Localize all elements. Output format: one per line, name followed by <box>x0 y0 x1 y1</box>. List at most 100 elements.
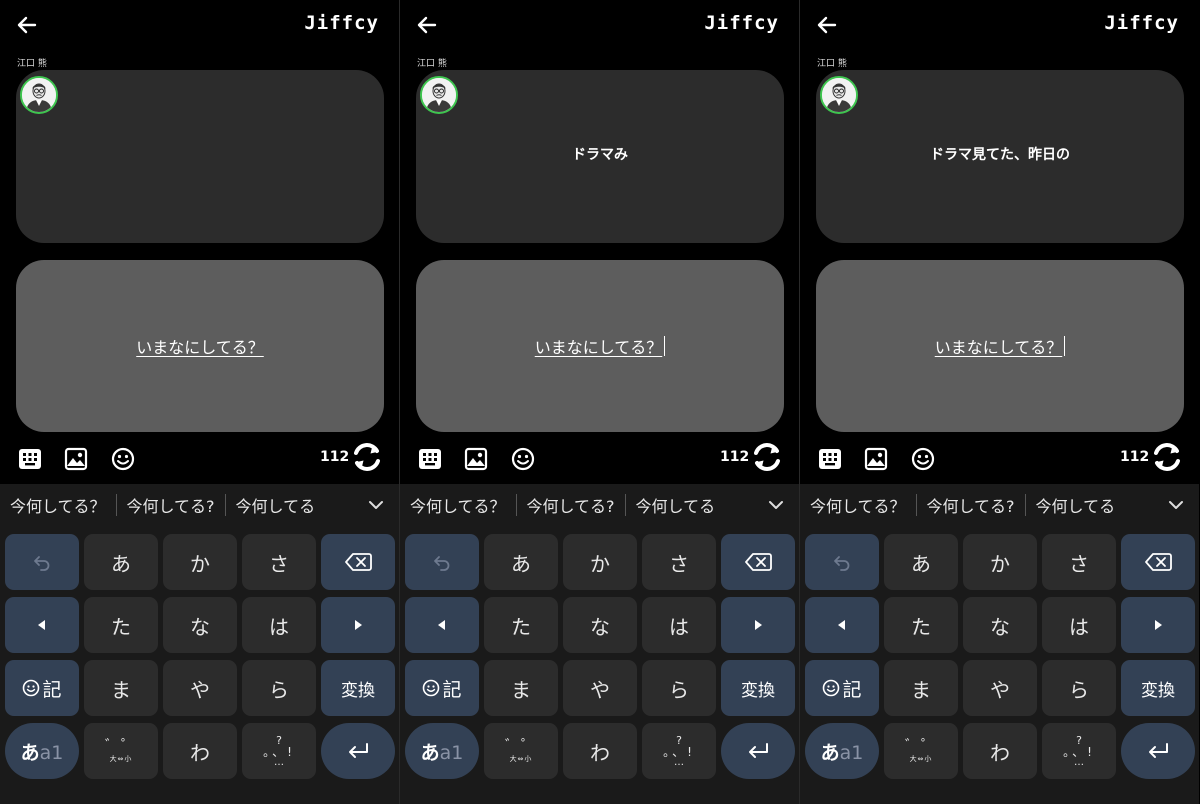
cursor-left-key[interactable] <box>805 597 879 653</box>
suggestion-item[interactable]: 今何してる <box>626 493 726 517</box>
key-na[interactable]: な <box>963 597 1037 653</box>
suggestion-item[interactable]: 今何してる？ <box>0 493 116 517</box>
image-button[interactable] <box>63 446 89 472</box>
enter-key[interactable] <box>321 723 395 779</box>
convert-key[interactable]: 変換 <box>1121 660 1195 716</box>
key-ya[interactable]: や <box>563 660 637 716</box>
back-button[interactable] <box>414 12 440 38</box>
emoji-symbol-key[interactable]: 記 <box>805 660 879 716</box>
image-button[interactable] <box>863 446 889 472</box>
post-input[interactable]: いまなにしてる？ <box>816 260 1184 432</box>
cursor-right-key[interactable] <box>321 597 395 653</box>
key-na[interactable]: な <box>163 597 237 653</box>
cursor-right-key[interactable] <box>1121 597 1195 653</box>
key-ya[interactable]: や <box>963 660 1037 716</box>
emoji-symbol-key[interactable]: 記 <box>5 660 79 716</box>
key-a[interactable]: あ <box>84 534 158 590</box>
key-ra[interactable]: ら <box>642 660 716 716</box>
key-wa[interactable]: わ <box>163 723 237 779</box>
suggestion-item[interactable]: 今何してる？ <box>800 493 916 517</box>
avatar[interactable] <box>820 76 858 114</box>
enter-icon <box>749 743 768 758</box>
avatar[interactable] <box>420 76 458 114</box>
punctuation-key[interactable]: ? 。、! … <box>242 723 316 779</box>
punct-bottom: … <box>674 756 684 768</box>
back-button[interactable] <box>14 12 40 38</box>
key-ra[interactable]: ら <box>242 660 316 716</box>
key-ta[interactable]: た <box>484 597 558 653</box>
enter-key[interactable] <box>721 723 795 779</box>
keyboard-grid-icon <box>419 449 441 469</box>
key-ha[interactable]: は <box>642 597 716 653</box>
image-button[interactable] <box>463 446 489 472</box>
key-ka[interactable]: か <box>563 534 637 590</box>
cursor-left-key[interactable] <box>5 597 79 653</box>
refresh-button[interactable] <box>1150 440 1184 474</box>
key-a[interactable]: あ <box>884 534 958 590</box>
input-mode-key[interactable]: あa1 <box>405 723 479 779</box>
suggestion-item[interactable]: 今何してる <box>226 493 326 517</box>
key-ka[interactable]: か <box>963 534 1037 590</box>
key-na[interactable]: な <box>563 597 637 653</box>
backspace-key[interactable] <box>721 534 795 590</box>
dakuten-key[interactable]: ゛゜ 大⇔小 <box>484 723 558 779</box>
key-ma[interactable]: ま <box>484 660 558 716</box>
emoji-button[interactable] <box>110 446 136 472</box>
input-mode-key[interactable]: あa1 <box>5 723 79 779</box>
arrow-right-icon <box>755 620 762 630</box>
key-ma[interactable]: ま <box>84 660 158 716</box>
punctuation-key[interactable]: ? 。、! … <box>642 723 716 779</box>
suggestions-expand-button[interactable] <box>767 496 785 514</box>
key-ha[interactable]: は <box>1042 597 1116 653</box>
key-ta[interactable]: た <box>884 597 958 653</box>
suggestions-expand-button[interactable] <box>1167 496 1185 514</box>
key-a[interactable]: あ <box>484 534 558 590</box>
avatar[interactable] <box>20 76 58 114</box>
key-sa[interactable]: さ <box>1042 534 1116 590</box>
key-ya[interactable]: や <box>163 660 237 716</box>
suggestions-expand-button[interactable] <box>367 496 385 514</box>
undo-key[interactable] <box>805 534 879 590</box>
post-card <box>16 70 384 243</box>
key-sa[interactable]: さ <box>242 534 316 590</box>
dakuten-key[interactable]: ゛゜ 大⇔小 <box>884 723 958 779</box>
suggestion-item[interactable]: 今何してる？ <box>400 493 516 517</box>
post-input[interactable]: いまなにしてる？ <box>16 260 384 432</box>
key-ma[interactable]: ま <box>884 660 958 716</box>
punctuation-key[interactable]: ? 。、! … <box>1042 723 1116 779</box>
emoji-button[interactable] <box>910 446 936 472</box>
input-mode-key[interactable]: あa1 <box>805 723 879 779</box>
key-wa[interactable]: わ <box>963 723 1037 779</box>
key-wa[interactable]: わ <box>563 723 637 779</box>
undo-key[interactable] <box>5 534 79 590</box>
emoji-symbol-key[interactable]: 記 <box>405 660 479 716</box>
key-ka[interactable]: か <box>163 534 237 590</box>
suggestion-item[interactable]: 今何してる? <box>917 493 1025 517</box>
refresh-button[interactable] <box>750 440 784 474</box>
key-ha[interactable]: は <box>242 597 316 653</box>
dakuten-key[interactable]: ゛゜ 大⇔小 <box>84 723 158 779</box>
backspace-key[interactable] <box>1121 534 1195 590</box>
keyboard-grid-button[interactable] <box>817 446 843 472</box>
key-ra[interactable]: ら <box>1042 660 1116 716</box>
key-ta[interactable]: た <box>84 597 158 653</box>
backspace-key[interactable] <box>321 534 395 590</box>
cursor-right-key[interactable] <box>721 597 795 653</box>
mode-alnum: a1 <box>839 741 864 764</box>
suggestion-item[interactable]: 今何してる <box>1026 493 1126 517</box>
undo-key[interactable] <box>405 534 479 590</box>
app-title: Jiffcy <box>1104 12 1179 34</box>
back-button[interactable] <box>814 12 840 38</box>
enter-key[interactable] <box>1121 723 1195 779</box>
convert-key[interactable]: 変換 <box>721 660 795 716</box>
suggestion-item[interactable]: 今何してる? <box>517 493 625 517</box>
refresh-button[interactable] <box>350 440 384 474</box>
keyboard-grid-button[interactable] <box>417 446 443 472</box>
keyboard-grid-button[interactable] <box>17 446 43 472</box>
cursor-left-key[interactable] <box>405 597 479 653</box>
convert-key[interactable]: 変換 <box>321 660 395 716</box>
suggestion-item[interactable]: 今何してる? <box>117 493 225 517</box>
emoji-button[interactable] <box>510 446 536 472</box>
key-sa[interactable]: さ <box>642 534 716 590</box>
post-input[interactable]: いまなにしてる？ <box>416 260 784 432</box>
